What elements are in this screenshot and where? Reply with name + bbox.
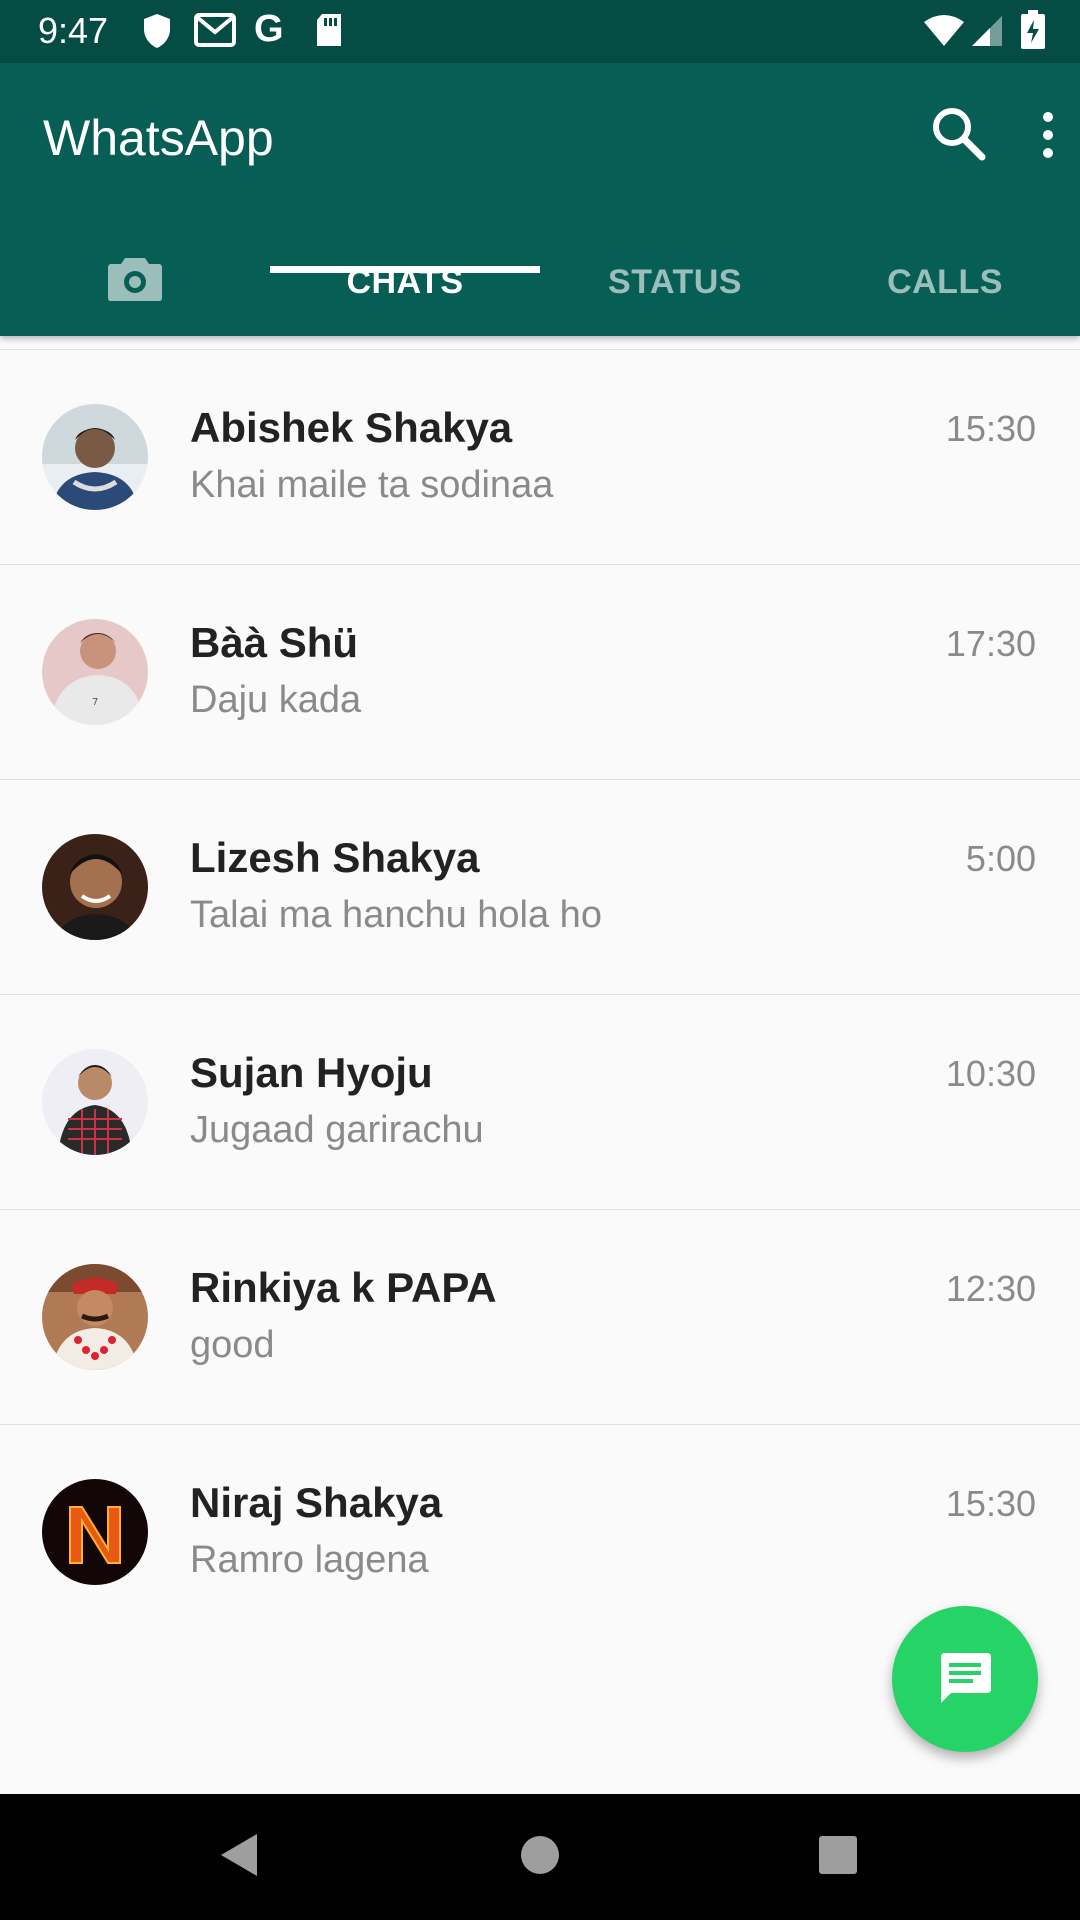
chat-time: 5:00	[965, 838, 1036, 879]
chat-name: Niraj Shakya	[190, 1479, 443, 1526]
chat-last-message: good	[190, 1324, 275, 1366]
chat-row[interactable]: Lizesh Shakya Talai ma hanchu hola ho 5:…	[0, 780, 1080, 995]
chat-name: Sujan Hyoju	[190, 1049, 433, 1096]
home-icon	[520, 1835, 560, 1880]
chat-name: Rinkiya k PAPA	[190, 1264, 497, 1311]
home-button[interactable]	[507, 1824, 573, 1890]
tab-bar: CHATS STATUS CALLS	[0, 228, 1080, 336]
chat-time: 10:30	[945, 1053, 1036, 1094]
avatar[interactable]	[42, 834, 148, 940]
wifi-icon	[922, 14, 966, 53]
more-vert-icon	[1030, 112, 1066, 163]
app-bar: WhatsApp CHATS STATUS CALLS	[0, 63, 1080, 336]
recents-button[interactable]	[805, 1824, 871, 1890]
chat-last-message: Ramro lagena	[190, 1539, 429, 1581]
chat-name: Abishek Shakya	[190, 404, 513, 451]
tab-status[interactable]: STATUS	[540, 228, 810, 336]
chat-name: Bàà Shü	[190, 619, 359, 666]
tab-camera[interactable]	[0, 228, 270, 336]
tab-calls[interactable]: CALLS	[810, 228, 1080, 336]
chat-row[interactable]: 7 Bàà Shü Daju kada 17:30	[0, 565, 1080, 780]
search-icon	[928, 108, 990, 169]
avatar[interactable]	[42, 1049, 148, 1155]
back-icon	[217, 1830, 261, 1885]
new-chat-button[interactable]	[892, 1606, 1038, 1752]
sd-card-icon	[314, 12, 344, 53]
shield-icon	[142, 12, 172, 55]
chat-last-message: Daju kada	[190, 679, 362, 721]
active-tab-indicator	[270, 266, 540, 273]
status-time: 9:47	[38, 10, 109, 51]
search-button[interactable]	[928, 103, 990, 165]
chat-row[interactable]: Rinkiya k PAPA good 12:30	[0, 1210, 1080, 1425]
more-options-button[interactable]	[1030, 111, 1066, 159]
chat-time: 12:30	[945, 1268, 1036, 1309]
avatar[interactable]	[42, 1264, 148, 1370]
chat-row[interactable]: Sujan Hyoju Jugaad garirachu 10:30	[0, 995, 1080, 1210]
tab-chats[interactable]: CHATS	[270, 228, 540, 336]
signal-icon	[970, 14, 1004, 53]
back-button[interactable]	[206, 1824, 272, 1890]
chat-time: 15:30	[945, 408, 1036, 449]
battery-charging-icon	[1020, 10, 1046, 55]
status-bar: 9:47 G	[0, 0, 1080, 63]
camera-icon	[107, 254, 163, 311]
chat-last-message: Khai maile ta sodinaa	[190, 464, 554, 506]
recents-icon	[818, 1835, 858, 1880]
chat-row[interactable]: Niraj Shakya Ramro lagena 15:30	[0, 1425, 1080, 1640]
chat-row[interactable]: Abishek Shakya Khai maile ta sodinaa 15:…	[0, 350, 1080, 565]
app-title: WhatsApp	[43, 110, 274, 166]
chat-name: Lizesh Shakya	[190, 834, 480, 881]
chat-last-message: Jugaad garirachu	[190, 1109, 484, 1151]
gmail-icon	[194, 12, 236, 53]
svg-text:7: 7	[92, 697, 98, 708]
chat-time: 17:30	[945, 623, 1036, 664]
avatar[interactable]: 7	[42, 619, 148, 725]
chat-last-message: Talai ma hanchu hola ho	[190, 894, 602, 936]
chat-time: 15:30	[945, 1483, 1036, 1524]
avatar[interactable]	[42, 1479, 148, 1585]
navigation-bar	[0, 1794, 1080, 1920]
new-chat-icon	[937, 1649, 993, 1710]
avatar[interactable]	[42, 404, 148, 510]
chat-list: Abishek Shakya Khai maile ta sodinaa 15:…	[0, 350, 1080, 1640]
google-icon: G	[254, 8, 284, 50]
